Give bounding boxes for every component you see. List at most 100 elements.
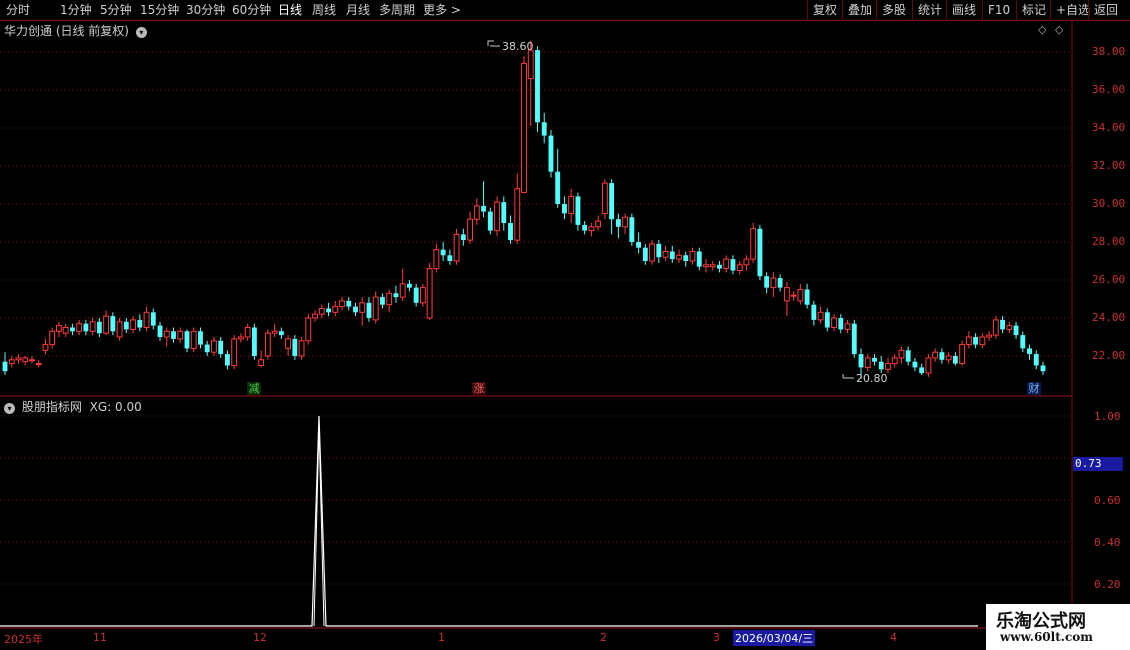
candle-body	[473, 205, 480, 220]
candle-body	[501, 202, 507, 223]
kline-chart[interactable]: 38.60 20.80	[0, 0, 1130, 650]
candle-body	[62, 327, 69, 334]
signal-marker-finance[interactable]: 财	[1027, 382, 1041, 395]
candle-body	[298, 340, 305, 357]
candle-body	[481, 205, 486, 212]
candle-body	[1020, 335, 1026, 349]
candle-body	[258, 359, 265, 366]
candle-body	[76, 323, 83, 332]
high-price-label: 38.60	[502, 40, 534, 53]
candle-body	[959, 344, 966, 365]
candle-body	[353, 306, 358, 313]
candle-body	[433, 249, 440, 270]
candle-body	[1033, 354, 1039, 366]
candle-body	[965, 336, 972, 346]
candle-body	[885, 363, 891, 370]
candle-body	[386, 292, 393, 306]
candle-body	[973, 337, 979, 345]
candle-body	[824, 312, 830, 328]
price-tick: 34.00	[1092, 121, 1126, 134]
candle-body	[406, 283, 412, 288]
candle-body	[676, 254, 682, 260]
candle-body	[750, 228, 757, 260]
candle-body	[952, 356, 958, 364]
watermark: 乐淘公式网 www.60lt.com	[986, 604, 1130, 650]
candlestick-series	[2, 40, 1046, 379]
candle-body	[986, 334, 993, 338]
candle-body	[440, 249, 446, 256]
candle-body	[736, 264, 743, 271]
candle-body	[891, 357, 898, 365]
price-tick: 38.00	[1092, 45, 1126, 58]
candle-body	[669, 251, 675, 260]
candle-body	[231, 338, 238, 366]
candle-body	[42, 344, 49, 351]
candle-body	[662, 251, 669, 258]
candle-body	[878, 361, 884, 370]
date-label: 1	[438, 631, 445, 644]
signal-marker-reduce[interactable]: 减	[247, 382, 261, 395]
candle-body	[29, 359, 35, 362]
candle-body	[582, 224, 588, 231]
candle-body	[69, 327, 75, 332]
candle-body	[919, 367, 925, 374]
candle-body	[521, 62, 527, 194]
candle-body	[198, 331, 203, 345]
date-label: 12	[253, 631, 267, 644]
candle-body	[143, 311, 150, 328]
candle-body	[703, 264, 709, 268]
candle-body	[723, 258, 730, 270]
candle-body	[211, 340, 217, 353]
candle-body	[932, 351, 939, 359]
candle-body	[292, 338, 298, 356]
candle-body	[271, 330, 278, 334]
date-label: 11	[93, 631, 107, 644]
indicator-title-row: ▾ 股朋指标网 XG: 0.00	[4, 398, 142, 415]
candle-body	[339, 300, 345, 308]
candle-body	[689, 251, 696, 262]
candle-body	[2, 361, 8, 372]
candle-body	[1040, 365, 1046, 372]
candle-body	[103, 315, 110, 334]
price-tick: 30.00	[1092, 197, 1126, 210]
candle-body	[96, 321, 102, 334]
candle-body	[380, 297, 385, 305]
candle-body	[838, 318, 844, 330]
price-tick: 24.00	[1092, 311, 1126, 324]
candle-body	[494, 201, 500, 232]
candle-body	[83, 323, 89, 332]
candle-body	[116, 321, 123, 338]
indicator-tick: 0.20	[1094, 578, 1121, 591]
candle-body	[237, 336, 244, 340]
indicator-value: XG: 0.00	[89, 400, 142, 414]
candle-body	[629, 217, 635, 242]
candle-body	[447, 255, 453, 261]
date-label: 2	[600, 631, 607, 644]
candle-body	[393, 293, 399, 298]
candle-body	[851, 323, 857, 355]
indicator-tick: 0.60	[1094, 494, 1121, 507]
candle-body	[609, 183, 615, 220]
candle-body	[244, 327, 251, 338]
candle-body	[649, 243, 655, 262]
candle-body	[730, 259, 736, 271]
candle-body	[171, 331, 176, 339]
price-tick: 26.00	[1092, 273, 1126, 286]
signal-marker-rise[interactable]: 涨	[472, 382, 486, 395]
candle-body	[541, 122, 547, 136]
watermark-url: www.60lt.com	[1000, 630, 1093, 644]
chevron-down-icon[interactable]: ▾	[4, 403, 15, 414]
price-tick: 28.00	[1092, 235, 1126, 248]
candle-body	[55, 325, 62, 332]
candle-body	[912, 361, 918, 368]
candle-body	[783, 287, 790, 302]
candle-body	[595, 220, 602, 228]
high-annotation: 38.60	[487, 40, 534, 53]
candle-body	[130, 319, 136, 330]
candle-body	[872, 357, 877, 362]
candle-body	[318, 308, 325, 315]
candle-body	[467, 218, 474, 241]
candle-body	[487, 211, 493, 231]
candle-body	[817, 311, 824, 321]
candle-body	[683, 255, 689, 261]
